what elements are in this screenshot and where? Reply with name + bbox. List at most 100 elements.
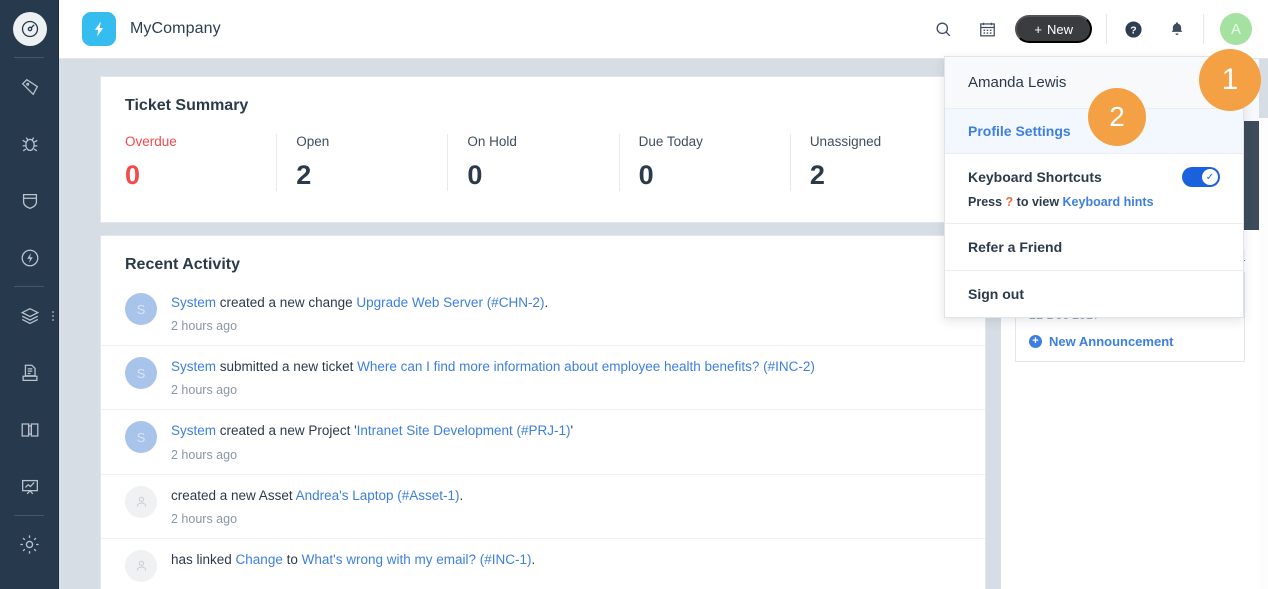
sidebar-item-changes[interactable] [0, 172, 59, 229]
activity-link[interactable]: What's wrong with my email? (#INC-1) [302, 552, 532, 567]
app-root: MyCompany + New ? A Ticket Summary Overd… [0, 0, 1268, 589]
sidebar-item-problems[interactable] [0, 115, 59, 172]
summary-cell-overdue[interactable]: Overdue 0 [125, 134, 276, 191]
summary-cell-due-today[interactable]: Due Today 0 [618, 134, 790, 191]
activity-body: System created a new change Upgrade Web … [171, 293, 548, 333]
activity-avatar: S [125, 357, 157, 390]
page-title: Ticket Summary [125, 97, 249, 114]
left-nav-rail [0, 0, 59, 589]
activity-link[interactable]: Change [236, 552, 283, 567]
sidebar-item-releases[interactable] [0, 229, 59, 286]
activity-text-fragment: has linked [171, 551, 236, 567]
activity-row: S System submitted a new ticket Where can… [101, 345, 985, 409]
sidebar-item-admin[interactable] [0, 516, 59, 573]
layers-icon [19, 305, 41, 327]
sidebar-item-dashboard[interactable] [0, 0, 59, 57]
activity-text: System created a new Project 'Intranet S… [171, 422, 573, 440]
question-circle-icon[interactable]: ? [1111, 0, 1155, 59]
keyboard-hint-text: Press ? to view Keyboard hints [968, 195, 1220, 209]
activity-text: System submitted a new ticket Where can … [171, 358, 815, 376]
check-icon: ✓ [1202, 169, 1218, 185]
page-scrollbar[interactable] [1259, 118, 1268, 589]
activity-timestamp: 2 hours ago [171, 383, 238, 398]
summary-value: 2 [296, 160, 312, 190]
speedometer-icon [12, 11, 47, 46]
new-button[interactable]: + New [1015, 15, 1092, 43]
recent-activity-title: Recent Activity [125, 256, 240, 273]
gear-icon [18, 533, 41, 556]
activity-text-fragment: submitted a new ticket [216, 359, 358, 375]
keyboard-shortcuts-row: Keyboard Shortcuts ✓ [968, 167, 1220, 187]
svg-text:?: ? [1130, 24, 1136, 36]
plus-icon: + [1034, 21, 1042, 37]
sidebar-item-tickets[interactable] [0, 58, 59, 115]
document-printer-icon [19, 362, 41, 384]
activity-body: System created a new Project 'Intranet S… [171, 421, 573, 461]
ticket-icon [19, 76, 41, 98]
activity-timestamp: 2 hours ago [171, 447, 238, 462]
new-announcement-button[interactable]: + New Announcement [1029, 334, 1231, 349]
ticket-summary-card: Ticket Summary Overdue 0 Open 2 On Hold … [100, 76, 986, 223]
search-icon[interactable] [921, 0, 965, 59]
activity-list: S System created a new change Upgrade Web… [101, 282, 985, 589]
assets-more-menu[interactable] [52, 310, 54, 321]
activity-body: created a new Asset Andrea's Laptop (#As… [171, 486, 463, 526]
activity-row: S System created a new change Upgrade Web… [101, 282, 985, 345]
activity-link[interactable]: System [171, 359, 216, 374]
step-badge-2: 2 [1088, 88, 1146, 146]
keyboard-hints-link[interactable]: Keyboard hints [1063, 195, 1154, 209]
summary-label: Overdue [125, 134, 177, 149]
activity-row: has linked Change to What's wrong with m… [101, 537, 985, 589]
summary-cell-unassigned[interactable]: Unassigned 2 [789, 134, 961, 191]
open-book-icon [19, 419, 41, 441]
activity-avatar [125, 485, 157, 518]
new-announcement-label: New Announcement [1049, 334, 1174, 349]
activity-link[interactable]: System [171, 295, 216, 310]
activity-text-fragment: to [282, 551, 302, 567]
step-badge-1: 1 [1199, 49, 1261, 111]
activity-link[interactable]: Andrea's Laptop (#Asset-1) [296, 488, 460, 503]
recent-activity-card: Recent Activity S System created a new ch… [100, 235, 986, 589]
activity-body: has linked Change to What's wrong with m… [171, 550, 535, 582]
activity-text-fragment: . [531, 551, 536, 567]
summary-cell-open[interactable]: Open 2 [276, 134, 447, 191]
menu-item-sign-out[interactable]: Sign out [945, 271, 1243, 317]
avatar[interactable]: A [1220, 13, 1252, 45]
activity-link[interactable]: System [171, 423, 216, 438]
sidebar-item-contracts[interactable] [0, 344, 59, 401]
activity-text-fragment: . [544, 295, 549, 310]
shield-icon [19, 190, 41, 212]
brand[interactable]: MyCompany [59, 12, 221, 46]
activity-avatar: S [125, 421, 157, 454]
sidebar-item-solutions[interactable] [0, 401, 59, 458]
content-column: Ticket Summary Overdue 0 Open 2 On Hold … [59, 59, 986, 589]
hint-key: ? [1005, 195, 1014, 209]
lightning-bolt-icon [82, 12, 116, 46]
activity-link[interactable]: Where can I find more information about … [357, 359, 815, 374]
activity-avatar: S [125, 293, 157, 325]
presentation-chart-icon [19, 476, 41, 498]
bell-icon[interactable] [1155, 0, 1199, 59]
sidebar-item-analytics[interactable] [0, 458, 59, 515]
activity-link[interactable]: Upgrade Web Server (#CHN-2) [356, 295, 544, 310]
top-header: MyCompany + New ? A [59, 0, 1268, 59]
activity-link[interactable]: Intranet Site Development (#PRJ-1) [357, 423, 571, 438]
summary-grid: Overdue 0 Open 2 On Hold 0 Due Today 0 U… [101, 134, 985, 191]
keyboard-shortcuts-label: Keyboard Shortcuts [968, 169, 1102, 185]
activity-text-fragment: ' [570, 423, 574, 439]
activity-row: created a new Asset Andrea's Laptop (#As… [101, 473, 985, 538]
keyboard-shortcuts-toggle[interactable]: ✓ [1182, 167, 1220, 187]
summary-label: Due Today [638, 134, 703, 149]
menu-item-refer-a-friend[interactable]: Refer a Friend [945, 224, 1243, 271]
activity-text-fragment: created a new change [216, 295, 357, 310]
summary-value: 2 [809, 160, 825, 190]
hint-to-view: to view [1016, 195, 1060, 209]
header-divider-1 [1106, 14, 1107, 44]
header-divider-2 [1203, 14, 1204, 44]
activity-text-fragment: . [459, 487, 464, 503]
summary-value: 0 [467, 160, 483, 190]
bug-icon [19, 133, 41, 155]
summary-cell-on-hold[interactable]: On Hold 0 [447, 134, 618, 191]
calendar-icon[interactable] [965, 0, 1009, 59]
sidebar-item-assets[interactable] [0, 287, 59, 344]
